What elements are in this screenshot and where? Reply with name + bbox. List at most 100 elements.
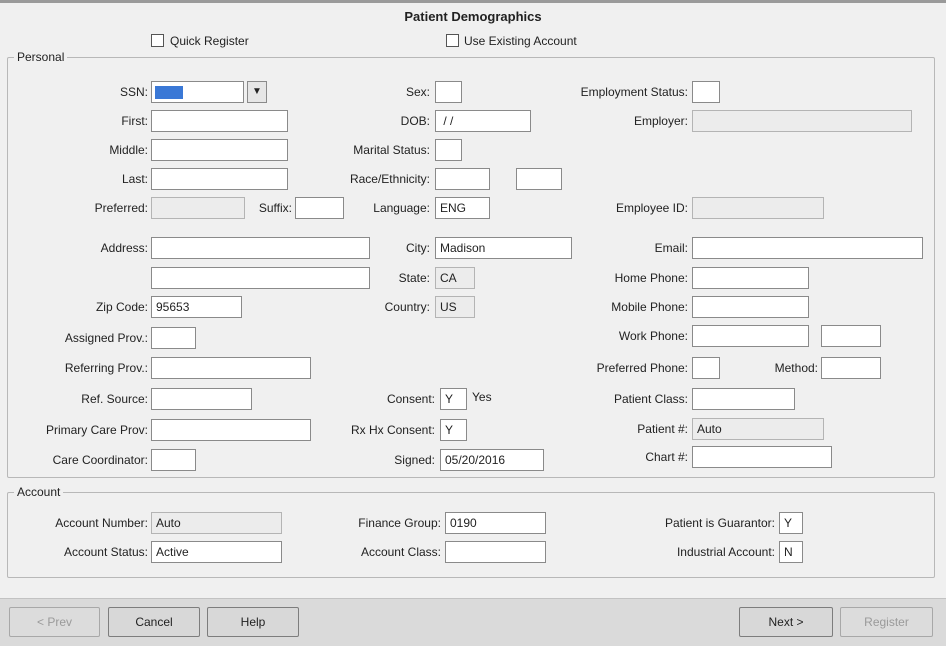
help-button[interactable]: Help — [207, 607, 299, 637]
account-status-label: Account Status: — [63, 545, 148, 559]
country-label: Country: — [384, 300, 430, 314]
marital-status-label: Marital Status: — [353, 143, 430, 157]
next-button[interactable]: Next > — [739, 607, 833, 637]
dob-label: DOB: — [400, 114, 430, 128]
patient-number-label: Patient #: — [637, 422, 688, 436]
mobile-phone-label: Mobile Phone: — [611, 300, 688, 314]
consent-input[interactable] — [440, 388, 467, 410]
referring-prov-label: Referring Prov.: — [64, 361, 148, 375]
account-number-input[interactable] — [151, 512, 282, 534]
window-top-border — [0, 0, 946, 3]
employment-status-input[interactable] — [692, 81, 720, 103]
ref-source-input[interactable] — [151, 388, 252, 410]
account-status-input[interactable] — [151, 541, 282, 563]
mobile-phone-input[interactable] — [692, 296, 809, 318]
state-label: State: — [398, 271, 430, 285]
zip-code-input[interactable] — [151, 296, 242, 318]
middle-name-input[interactable] — [151, 139, 288, 161]
account-number-label: Account Number: — [55, 516, 148, 530]
method-input[interactable] — [821, 357, 881, 379]
rx-hx-consent-input[interactable] — [440, 419, 467, 441]
patient-class-input[interactable] — [692, 388, 795, 410]
account-class-input[interactable] — [445, 541, 546, 563]
employer-label: Employer: — [633, 114, 688, 128]
finance-group-label: Finance Group: — [358, 516, 441, 530]
address-label: Address: — [100, 241, 148, 255]
middle-name-label: Middle: — [109, 143, 148, 157]
first-name-label: First: — [121, 114, 148, 128]
account-legend: Account — [14, 485, 64, 499]
race-ethnicity-label: Race/Ethnicity: — [349, 172, 430, 186]
suffix-label: Suffix: — [258, 201, 292, 215]
prev-button[interactable]: < Prev — [9, 607, 100, 637]
ssn-selection-highlight — [155, 86, 183, 99]
method-label: Method: — [774, 361, 818, 375]
industrial-account-input[interactable] — [779, 541, 803, 563]
country-input[interactable] — [435, 296, 475, 318]
patient-is-guarantor-input[interactable] — [779, 512, 803, 534]
care-coordinator-input[interactable] — [151, 449, 196, 471]
preferred-phone-input[interactable] — [692, 357, 720, 379]
chart-number-label: Chart #: — [645, 450, 688, 464]
first-name-input[interactable] — [151, 110, 288, 132]
quick-register-label: Quick Register — [170, 34, 249, 48]
ssn-label: SSN: — [119, 85, 148, 99]
assigned-prov-label: Assigned Prov.: — [64, 331, 148, 345]
patient-class-label: Patient Class: — [613, 392, 688, 406]
zip-code-label: Zip Code: — [95, 300, 148, 314]
dob-input[interactable] — [435, 110, 531, 132]
ssn-dropdown-button[interactable]: ▼ — [247, 81, 267, 103]
register-button[interactable]: Register — [840, 607, 933, 637]
finance-group-input[interactable] — [445, 512, 546, 534]
patient-number-input[interactable] — [692, 418, 824, 440]
preferred-name-label: Preferred: — [94, 201, 148, 215]
city-label: City: — [406, 241, 430, 255]
care-coordinator-label: Care Coordinator: — [52, 453, 148, 467]
state-input[interactable] — [435, 267, 475, 289]
consent-label: Consent: — [386, 392, 435, 406]
page-title: Patient Demographics — [404, 9, 542, 24]
home-phone-input[interactable] — [692, 267, 809, 289]
marital-status-input[interactable] — [435, 139, 462, 161]
chart-number-input[interactable] — [692, 446, 832, 468]
ethnicity-input[interactable] — [516, 168, 562, 190]
work-phone-input[interactable] — [692, 325, 809, 347]
last-name-label: Last: — [121, 172, 148, 186]
patient-is-guarantor-label: Patient is Guarantor: — [664, 516, 775, 530]
rx-hx-consent-label: Rx Hx Consent: — [350, 423, 435, 437]
cancel-button[interactable]: Cancel — [108, 607, 200, 637]
sex-label: Sex: — [405, 85, 430, 99]
use-existing-account-label: Use Existing Account — [464, 34, 577, 48]
account-fieldset — [7, 492, 935, 578]
quick-register-checkbox[interactable] — [151, 34, 164, 47]
ref-source-label: Ref. Source: — [81, 392, 148, 406]
last-name-input[interactable] — [151, 168, 288, 190]
race-input[interactable] — [435, 168, 490, 190]
ssn-combobox[interactable] — [151, 81, 244, 103]
email-label: Email: — [654, 241, 688, 255]
language-input[interactable] — [435, 197, 490, 219]
email-input[interactable] — [692, 237, 923, 259]
work-phone-label: Work Phone: — [618, 329, 688, 343]
assigned-prov-input[interactable] — [151, 327, 196, 349]
employer-input[interactable] — [692, 110, 912, 132]
use-existing-account-checkbox[interactable] — [446, 34, 459, 47]
primary-care-prov-input[interactable] — [151, 419, 311, 441]
employment-status-label: Employment Status: — [580, 85, 688, 99]
account-class-label: Account Class: — [360, 545, 441, 559]
signed-date-input[interactable] — [440, 449, 544, 471]
primary-care-prov-label: Primary Care Prov: — [45, 423, 148, 437]
work-phone-ext-input[interactable] — [821, 325, 881, 347]
preferred-phone-label: Preferred Phone: — [596, 361, 688, 375]
employee-id-label: Employee ID: — [615, 201, 688, 215]
language-label: Language: — [373, 201, 430, 215]
personal-legend: Personal — [14, 50, 68, 64]
home-phone-label: Home Phone: — [614, 271, 688, 285]
employee-id-input[interactable] — [692, 197, 824, 219]
preferred-name-input[interactable] — [151, 197, 245, 219]
sex-input[interactable] — [435, 81, 462, 103]
signed-label: Signed: — [394, 453, 435, 467]
referring-prov-input[interactable] — [151, 357, 311, 379]
consent-text: Yes — [472, 390, 492, 404]
industrial-account-label: Industrial Account: — [676, 545, 775, 559]
